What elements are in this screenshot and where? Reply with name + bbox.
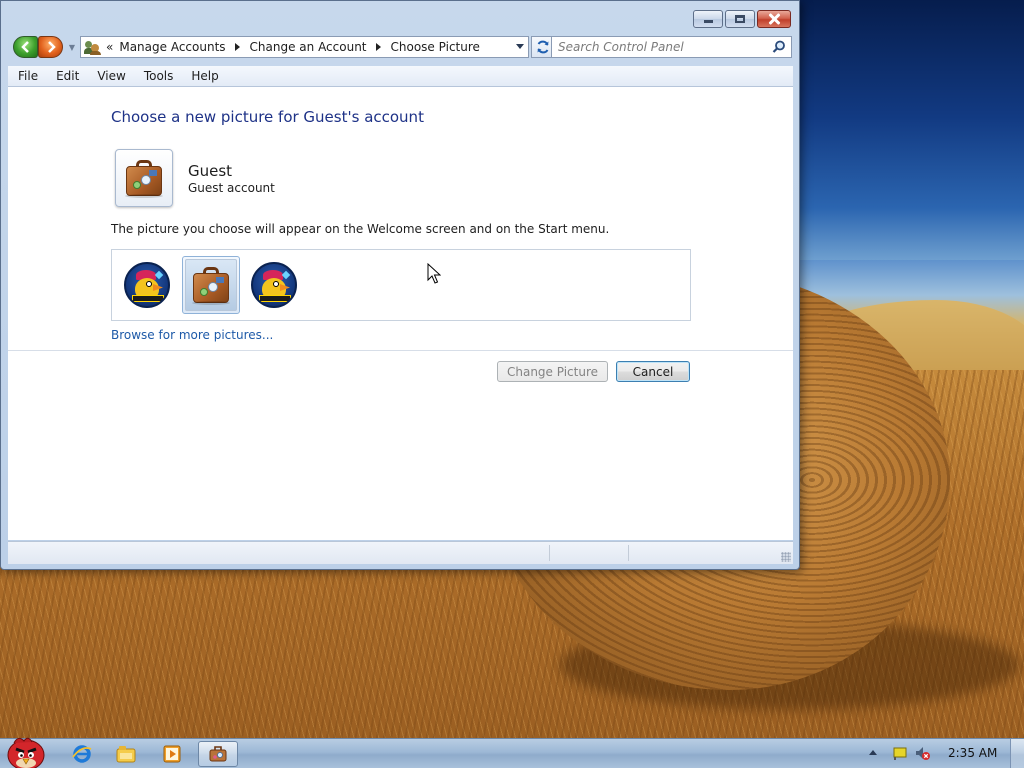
- choose-picture-window: ▼ « Manage Accounts Change an Account Ch…: [0, 0, 800, 570]
- control-panel-icon: [209, 746, 227, 762]
- forward-button[interactable]: [38, 36, 63, 58]
- taskbar: 2:35 AM: [0, 737, 1024, 768]
- menu-view[interactable]: View: [88, 66, 134, 87]
- breadcrumb-overflow[interactable]: «: [106, 40, 113, 54]
- recent-pages-dropdown[interactable]: ▼: [67, 41, 77, 53]
- picture-option-1[interactable]: [118, 256, 176, 314]
- media-player-icon: [163, 745, 181, 763]
- taskbar-clock[interactable]: 2:35 AM: [948, 746, 997, 760]
- change-picture-button[interactable]: Change Picture: [497, 361, 608, 382]
- back-arrow-icon: [20, 41, 29, 53]
- breadcrumb-manage-accounts[interactable]: Manage Accounts: [119, 40, 225, 54]
- user-accounts-icon: [84, 39, 102, 55]
- picture-option-2[interactable]: [182, 256, 240, 314]
- account-name: Guest: [188, 162, 233, 180]
- breadcrumb-separator-icon[interactable]: [234, 43, 240, 51]
- browse-pictures-link[interactable]: Browse for more pictures...: [111, 328, 273, 342]
- breadcrumb-choose-picture[interactable]: Choose Picture: [391, 40, 480, 54]
- status-separator: [549, 545, 550, 561]
- nav-arrows: [13, 36, 63, 58]
- menu-help[interactable]: Help: [182, 66, 227, 87]
- address-bar[interactable]: « Manage Accounts Change an Account Choo…: [80, 36, 529, 58]
- taskbar-windows-explorer[interactable]: [106, 741, 146, 767]
- show-hidden-icons-button[interactable]: [869, 750, 877, 755]
- close-icon: [768, 13, 780, 25]
- maximize-icon: [735, 15, 745, 23]
- taskbar-internet-explorer[interactable]: [62, 741, 102, 767]
- menu-file[interactable]: File: [8, 66, 47, 87]
- show-desktop-button[interactable]: [1010, 739, 1024, 768]
- volume-muted-icon[interactable]: [914, 745, 930, 761]
- taskbar-media-player[interactable]: [152, 741, 192, 767]
- divider: [8, 350, 793, 351]
- windows-explorer-icon: [116, 746, 136, 763]
- page-title: Choose a new picture for Guest's account: [111, 108, 424, 126]
- current-account-picture: [115, 149, 173, 207]
- breadcrumb-change-account[interactable]: Change an Account: [250, 40, 367, 54]
- suitcase-icon: [123, 157, 165, 199]
- resize-grip[interactable]: [781, 552, 791, 562]
- search-box[interactable]: [551, 36, 792, 58]
- account-type: Guest account: [188, 181, 275, 195]
- caption-buttons: [693, 10, 791, 28]
- start-button-angry-bird-icon[interactable]: [2, 733, 48, 768]
- content-pane: Choose a new picture for Guest's account…: [8, 87, 793, 540]
- cancel-button[interactable]: Cancel: [616, 361, 690, 382]
- minimize-button[interactable]: [693, 10, 723, 28]
- breadcrumb-separator-icon[interactable]: [375, 43, 381, 51]
- mouse-cursor-icon: [427, 263, 441, 284]
- suitcase-icon: [190, 264, 232, 306]
- forward-arrow-icon: [47, 41, 56, 53]
- taskbar-control-panel[interactable]: [198, 741, 238, 767]
- refresh-icon: [537, 40, 549, 54]
- menu-edit[interactable]: Edit: [47, 66, 88, 87]
- search-input[interactable]: [558, 39, 763, 55]
- action-center-flag-icon[interactable]: [892, 745, 908, 761]
- instruction-text: The picture you choose will appear on th…: [111, 222, 610, 236]
- angry-birds-icon: [124, 262, 170, 308]
- menu-tools[interactable]: Tools: [135, 66, 183, 87]
- picture-list: [111, 249, 691, 321]
- menu-bar: File Edit View Tools Help: [8, 66, 793, 87]
- back-button[interactable]: [13, 36, 38, 58]
- maximize-button[interactable]: [725, 10, 755, 28]
- minimize-icon: [703, 20, 713, 23]
- status-bar: [8, 541, 793, 564]
- close-button[interactable]: [757, 10, 791, 28]
- internet-explorer-icon: [72, 745, 92, 763]
- navigation-bar: ▼ « Manage Accounts Change an Account Ch…: [13, 36, 793, 58]
- angry-birds-icon: [251, 262, 297, 308]
- status-separator: [628, 545, 629, 561]
- search-icon[interactable]: [772, 40, 786, 54]
- address-dropdown-icon[interactable]: [516, 44, 524, 49]
- picture-option-3[interactable]: [245, 256, 303, 314]
